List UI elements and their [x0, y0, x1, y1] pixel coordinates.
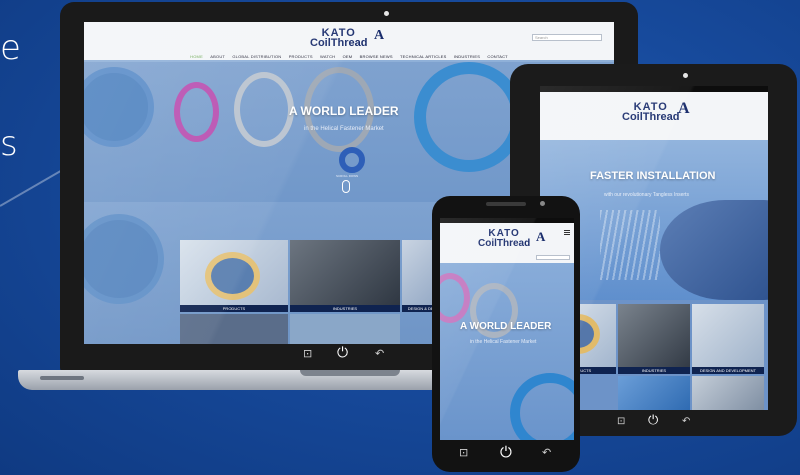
- laptop-hinge-notch: [300, 370, 400, 376]
- laptop-tile-industries[interactable]: INDUSTRIES: [290, 240, 400, 312]
- tablet-tile-row2[interactable]: [692, 376, 764, 410]
- nav-item-contact[interactable]: CONTACT: [487, 54, 507, 59]
- tile-label: PRODUCTS: [180, 305, 288, 312]
- hamburger-menu-icon[interactable]: [564, 230, 570, 235]
- logo-mark-icon: A: [374, 28, 385, 43]
- phone-speaker: [486, 202, 526, 206]
- coil-insert-image: [234, 72, 294, 147]
- phone-hero-banner: A WORLD LEADER in the Helical Fastener M…: [440, 263, 574, 440]
- laptop-camera: [384, 11, 389, 16]
- laptop-side-port: [40, 376, 84, 380]
- tablet-hero-title: FASTER INSTALLATION: [590, 170, 716, 182]
- background-text-fragment-1: e: [0, 28, 21, 68]
- laptop-site-header: KATO CoilThread A Search HOME ABOUT GLOB…: [84, 22, 614, 60]
- logo-mark-icon: A: [536, 229, 546, 244]
- laptop-site-nav: HOME ABOUT GLOBAL DISTRIBUTION PRODUCTS …: [84, 54, 614, 59]
- coil-insert-image: [174, 82, 219, 142]
- tablet-recent-apps-icon[interactable]: ⊡: [617, 416, 625, 427]
- tablet-tile-design[interactable]: DESIGN AND DEVELOPMENT: [692, 304, 764, 374]
- nav-item-browse-news[interactable]: BROWSE NEWS: [360, 54, 393, 59]
- background-text-fragment-2: s: [0, 124, 18, 164]
- nav-item-products[interactable]: PRODUCTS: [289, 54, 313, 59]
- tablet-hero-subtitle: with our revolutionary Tangless Inserts: [604, 192, 689, 198]
- coil-small-image: [339, 147, 365, 173]
- coil-spool-image: [84, 214, 164, 304]
- tile-label: INDUSTRIES: [618, 367, 690, 374]
- coil-spring-image: [600, 210, 660, 280]
- laptop-back-icon[interactable]: ↶: [375, 347, 384, 360]
- insert-tool-image: [660, 200, 768, 300]
- nav-item-home[interactable]: HOME: [190, 54, 203, 59]
- phone-power-icon[interactable]: ⏻: [500, 443, 512, 461]
- phone-site-header: KATO CoilThread A: [440, 223, 574, 263]
- tablet-power-icon[interactable]: ⏻: [648, 413, 658, 428]
- laptop-power-icon[interactable]: ⏻: [337, 345, 348, 361]
- coil-insert-image: [510, 373, 574, 440]
- phone-back-icon[interactable]: ↶: [542, 446, 551, 459]
- tablet-tile-industries[interactable]: INDUSTRIES: [618, 304, 690, 374]
- nav-item-watch[interactable]: WATCH: [320, 54, 335, 59]
- laptop-tile-products[interactable]: PRODUCTS: [180, 240, 288, 312]
- tablet-site-header: KATO CoilThread A: [540, 92, 768, 140]
- mouse-scroll-icon[interactable]: [342, 180, 350, 193]
- spool-icon: [205, 252, 260, 300]
- tablet-tile-row2[interactable]: [618, 376, 690, 410]
- logo-line-2: CoilThread: [478, 237, 531, 249]
- phone-hero-subtitle: in the Helical Fastener Market: [470, 339, 537, 345]
- laptop-scroll-hint: SCROLL DOWN: [336, 174, 359, 178]
- laptop-tile-row2[interactable]: [180, 314, 288, 344]
- tablet-back-icon[interactable]: ↶: [682, 416, 690, 427]
- nav-item-oem[interactable]: OEM: [343, 54, 353, 59]
- laptop-tile-row2[interactable]: [290, 314, 400, 344]
- nav-item-global-distribution[interactable]: GLOBAL DISTRIBUTION: [232, 54, 281, 59]
- tile-label: DESIGN AND DEVELOPMENT: [692, 367, 764, 374]
- phone-hero-title: A WORLD LEADER: [460, 321, 552, 332]
- laptop-logo[interactable]: KATO CoilThread: [310, 27, 368, 50]
- laptop-recent-apps-icon[interactable]: ⊡: [303, 347, 312, 360]
- coil-spool-image: [84, 67, 154, 147]
- laptop-search-input[interactable]: Search: [532, 34, 602, 41]
- logo-line-2: CoilThread: [622, 111, 680, 124]
- laptop-hero-subtitle: in the Helical Fastener Market: [304, 126, 384, 132]
- phone-recent-apps-icon[interactable]: ⊡: [459, 446, 468, 459]
- phone-camera: [540, 201, 545, 206]
- phone-logo[interactable]: KATO CoilThread: [478, 229, 530, 248]
- tile-label: INDUSTRIES: [290, 305, 400, 312]
- laptop-hero-title: A WORLD LEADER: [289, 104, 399, 118]
- nav-item-industries[interactable]: INDUSTRIES: [454, 54, 480, 59]
- tablet-camera: [683, 73, 688, 78]
- coil-insert-image: [440, 273, 470, 323]
- logo-line-2: CoilThread: [310, 37, 368, 50]
- logo-mark-icon: A: [678, 100, 690, 117]
- tablet-logo[interactable]: KATO CoilThread: [622, 101, 680, 124]
- phone-screen: KATO CoilThread A A WORLD LEADER in the …: [440, 218, 574, 440]
- coil-insert-image: [414, 62, 524, 172]
- phone-search-input[interactable]: [536, 255, 570, 260]
- nav-item-about[interactable]: ABOUT: [210, 54, 225, 59]
- nav-item-technical-articles[interactable]: TECHNICAL ARTICLES: [400, 54, 447, 59]
